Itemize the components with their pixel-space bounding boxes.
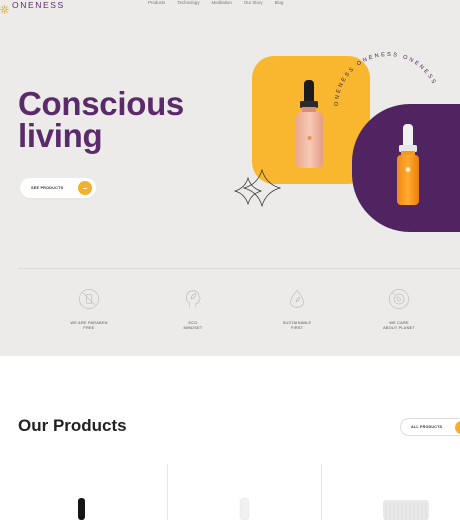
leaf-head-icon bbox=[186, 290, 201, 308]
hero-section: ONENESS Products Technology Meditation O… bbox=[0, 0, 460, 356]
dropper-bottle-white-icon[interactable] bbox=[239, 497, 250, 520]
feature-label: SUSTAINABLE FIRST bbox=[282, 320, 312, 330]
product-previews bbox=[78, 497, 429, 520]
circle-text-path: ONENESS ONENESS ONENESS bbox=[334, 52, 435, 106]
feature-label: WE ARE PARABEN FREE bbox=[70, 320, 108, 330]
planet-icon bbox=[389, 289, 409, 309]
feature-label: WE CARE ABOUT PLANET bbox=[383, 320, 415, 330]
feature-label: ECO MINDSET bbox=[183, 320, 203, 330]
jar-icon[interactable] bbox=[383, 500, 429, 520]
all-products-label: ALL PRODUCTS bbox=[411, 425, 443, 429]
dropper-bottle-dark-icon[interactable] bbox=[78, 498, 85, 520]
sparkle-outline-icon bbox=[233, 168, 282, 208]
orange-dropper-bottle-icon bbox=[397, 124, 419, 205]
feature-paraben-free: WE ARE PARABEN FREE bbox=[54, 288, 124, 330]
oneness-circle-text: ONENESS ONENESS ONENESS bbox=[334, 52, 437, 106]
products-title: Our Products bbox=[18, 416, 127, 435]
hero-divider bbox=[18, 268, 460, 269]
feature-care-about-planet: WE CARE ABOUT PLANET bbox=[364, 288, 434, 330]
pink-dropper-bottle-icon bbox=[296, 80, 323, 168]
all-products-button[interactable]: ALL PRODUCTS bbox=[400, 418, 460, 436]
feature-sustainable-first: SUSTAINABLE FIRST bbox=[262, 288, 332, 330]
arrow-circle-icon bbox=[455, 421, 460, 434]
svg-text:ONENESS ONENESS ONENESS: ONENESS ONENESS ONENESS bbox=[334, 52, 437, 106]
feature-eco-mindset: ECO MINDSET bbox=[158, 288, 228, 330]
water-drop-icon bbox=[290, 289, 304, 308]
no-paraben-icon bbox=[79, 289, 99, 309]
